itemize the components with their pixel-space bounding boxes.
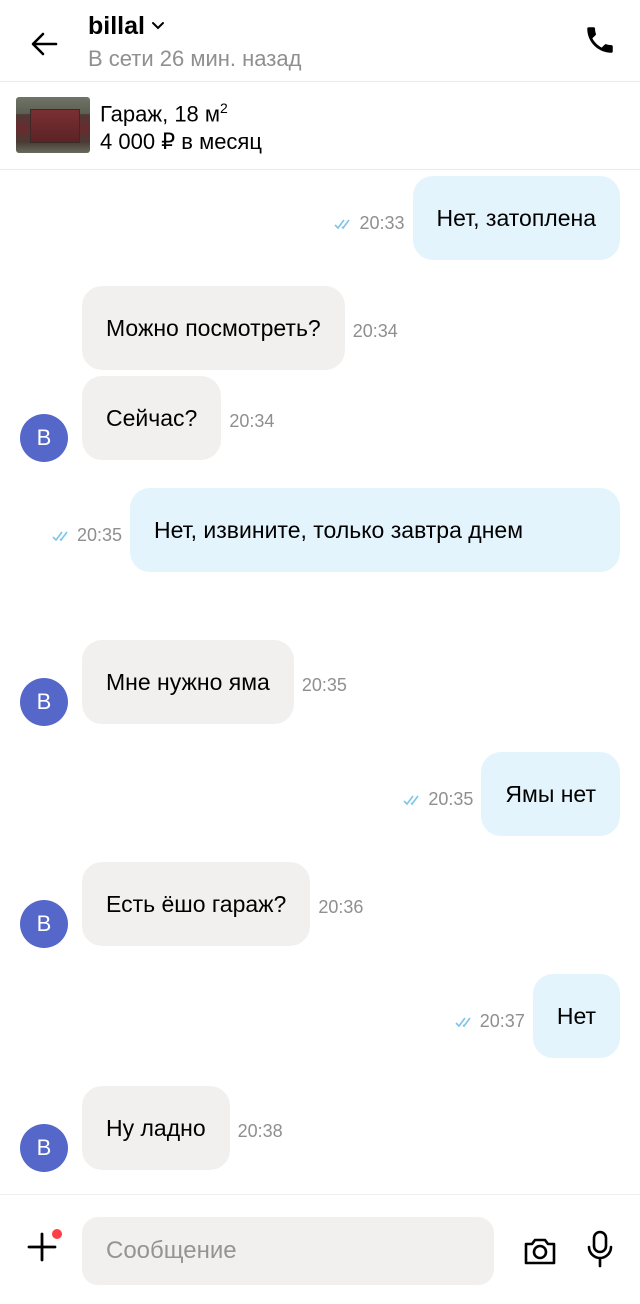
- listing-thumbnail: [16, 97, 90, 153]
- message-time: 20:33: [359, 213, 405, 233]
- arrow-left-icon: [31, 32, 58, 56]
- listing-title: Гараж, 18 м2: [100, 100, 228, 127]
- double-check-icon: [455, 1017, 471, 1027]
- phone-icon: [587, 27, 613, 53]
- message-outgoing: 20:37 Нет: [455, 974, 620, 1058]
- message-input-placeholder: Сообщение: [106, 1237, 237, 1264]
- double-check-icon: [52, 531, 68, 541]
- message-composer: Сообщение: [0, 1194, 640, 1304]
- message-incoming: Есть ёшо гараж? 20:36: [82, 862, 363, 946]
- message-bubble[interactable]: Ну ладно: [82, 1086, 230, 1170]
- double-check-icon: [334, 219, 351, 229]
- listing-card[interactable]: Гараж, 18 м2 4 000 ₽ в месяц: [0, 82, 640, 170]
- notification-dot: [52, 1229, 62, 1239]
- message-time: 20:35: [301, 675, 347, 695]
- camera-button[interactable]: [520, 1231, 560, 1271]
- microphone-icon: [587, 1230, 613, 1268]
- message-time: 20:35: [76, 525, 122, 545]
- message-input[interactable]: Сообщение: [82, 1217, 494, 1285]
- message-outgoing: 20:33 Нет, затоплена: [334, 176, 620, 260]
- camera-icon: [524, 1238, 556, 1265]
- message-bubble[interactable]: Мне нужно яма: [82, 640, 294, 724]
- avatar[interactable]: B: [20, 900, 68, 948]
- message-outgoing: 20:35 Нет, извините, только завтра днем: [52, 488, 620, 572]
- avatar[interactable]: B: [20, 414, 68, 462]
- chevron-down-icon[interactable]: [151, 18, 167, 34]
- message-incoming: Мне нужно яма 20:35: [82, 640, 347, 724]
- message-time: 20:37: [479, 1011, 525, 1031]
- chat-header: billal В сети 26 мин. назад: [0, 0, 640, 82]
- contact-info[interactable]: billal В сети 26 мин. назад: [88, 10, 301, 74]
- message-time: 20:35: [428, 789, 474, 809]
- avatar[interactable]: B: [20, 678, 68, 726]
- contact-name[interactable]: billal: [88, 10, 145, 42]
- message-bubble[interactable]: Есть ёшо гараж?: [82, 862, 311, 946]
- message-incoming: Сейчас? 20:34: [82, 376, 274, 460]
- call-button[interactable]: [580, 20, 620, 60]
- listing-price: 4 000 ₽ в месяц: [100, 129, 262, 154]
- avatar[interactable]: B: [20, 1124, 68, 1172]
- message-bubble[interactable]: Можно посмотреть?: [82, 286, 345, 370]
- message-bubble[interactable]: Нет: [532, 974, 620, 1058]
- message-time: 20:34: [229, 411, 275, 431]
- message-outgoing: 20:35 Ямы нет: [403, 752, 620, 836]
- message-bubble[interactable]: Ямы нет: [481, 752, 620, 836]
- message-list: 20:33 Нет, затоплена Можно посмотреть? 2…: [0, 170, 640, 1194]
- online-status: В сети 26 мин. назад: [88, 46, 302, 71]
- message-time: 20:38: [237, 1121, 283, 1141]
- message-incoming: Можно посмотреть? 20:34: [82, 286, 398, 370]
- message-incoming: Ну ладно 20:38: [82, 1086, 283, 1170]
- message-bubble[interactable]: Нет, извините, только завтра днем: [130, 488, 620, 572]
- message-bubble[interactable]: Сейчас?: [82, 376, 222, 460]
- message-time: 20:34: [352, 321, 398, 341]
- back-button[interactable]: [24, 24, 64, 64]
- message-time: 20:36: [318, 897, 364, 917]
- voice-button[interactable]: [580, 1227, 620, 1271]
- double-check-icon: [403, 795, 419, 805]
- message-bubble[interactable]: Нет, затоплена: [412, 176, 620, 260]
